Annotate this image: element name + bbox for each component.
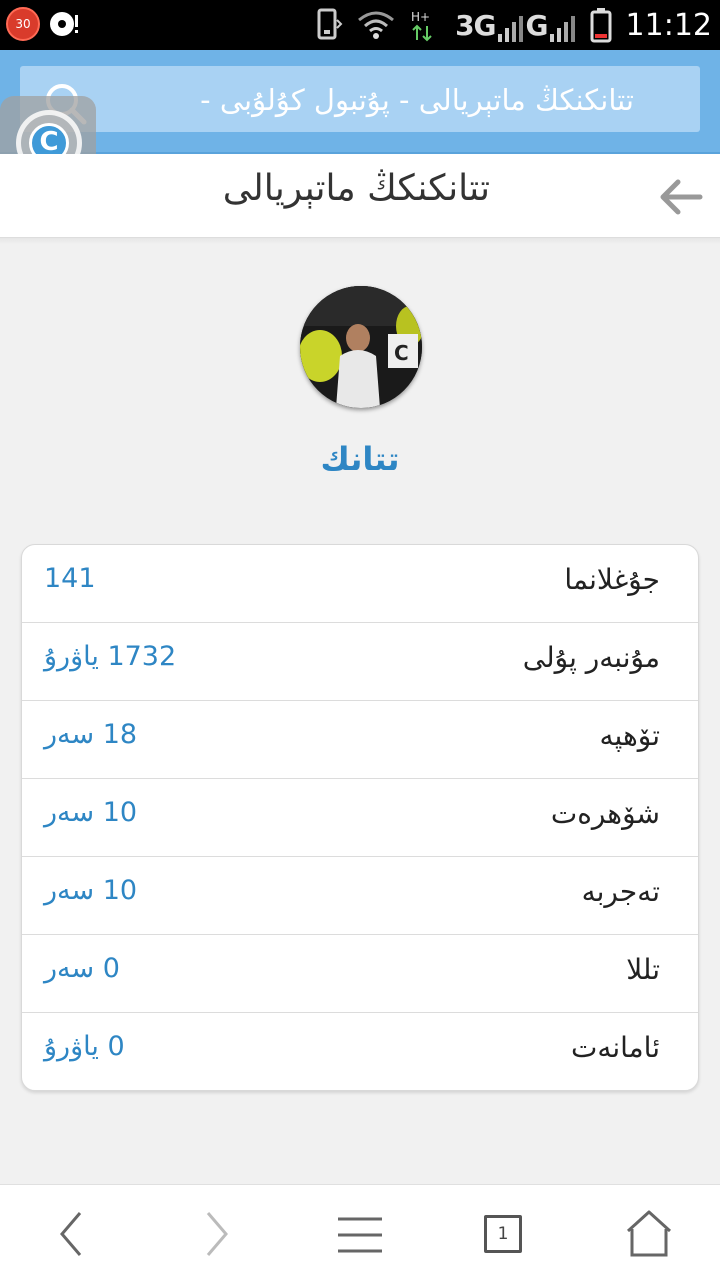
stat-row: مۇنبەر پۇلى 1732 ياۋرۇ — [22, 623, 698, 701]
stat-label: مۇنبەر پۇلى — [522, 641, 660, 674]
stat-label: تۆھپە — [599, 719, 660, 752]
status-bar: 30 H+ 3G G 11:12 — [0, 0, 720, 50]
stat-row: شۆھرەت 10 سەر — [22, 779, 698, 857]
battery-icon — [590, 8, 612, 43]
signal-2-icon — [549, 15, 575, 42]
vibrate-icon — [317, 8, 343, 40]
nav-back-button[interactable] — [46, 1207, 100, 1261]
stat-value: 141 — [44, 563, 96, 594]
stat-label: تللا — [626, 953, 660, 986]
network-type-label-2: G — [525, 8, 549, 42]
chevron-right-icon — [206, 1212, 228, 1256]
stat-value: 10 سەر — [44, 875, 138, 906]
stat-row: تەجربە 10 سەر — [22, 857, 698, 935]
status-left: 30 — [6, 7, 78, 41]
browser-address-bar: تتانكنكڭ ماتېريالى - پۇتبول كۇلۇبى - — [0, 50, 720, 154]
avatar[interactable]: C — [300, 286, 422, 408]
stat-row: ئامانەت 0 ياۋرۇ — [22, 1013, 698, 1090]
nav-forward-button[interactable] — [190, 1207, 244, 1261]
svg-text:H+: H+ — [411, 10, 430, 24]
stat-row: تللا 0 سەر — [22, 935, 698, 1013]
disc-icon — [48, 9, 78, 39]
stats-card: جۇغلانما 141 مۇنبەر پۇلى 1732 ياۋرۇ تۆھپ… — [21, 544, 699, 1091]
stat-row: جۇغلانما 141 — [22, 545, 698, 623]
svg-text:C: C — [394, 341, 409, 365]
chevron-left-icon — [60, 1212, 82, 1256]
stat-label: جۇغلانما — [564, 563, 660, 596]
browser-bottom-nav: 1 — [0, 1184, 720, 1280]
stat-value: 18 سەر — [44, 719, 138, 750]
back-arrow-button[interactable] — [656, 172, 706, 222]
page-header: تتانكنكڭ ماتېريالى — [0, 154, 720, 238]
hamburger-menu-icon — [338, 1217, 382, 1253]
header-divider — [0, 238, 720, 244]
address-text: تتانكنكڭ ماتېريالى - پۇتبول كۇلۇبى - — [200, 83, 634, 117]
wifi-icon — [358, 11, 395, 39]
stat-label: ئامانەت — [570, 1031, 660, 1064]
menu-button[interactable] — [334, 1207, 388, 1261]
signal-1-icon — [497, 15, 523, 42]
notification-badge: 30 — [6, 7, 40, 41]
home-icon — [626, 1210, 672, 1257]
stat-value: 10 سەر — [44, 797, 138, 828]
address-input[interactable]: تتانكنكڭ ماتېريالى - پۇتبول كۇلۇبى - — [20, 66, 700, 132]
stat-label: شۆھرەت — [550, 797, 660, 830]
stat-label: تەجربە — [581, 875, 660, 908]
stat-value: 0 ياۋرۇ — [44, 1031, 125, 1062]
page-title: تتانكنكڭ ماتېريالى — [222, 168, 490, 209]
stat-value: 1732 ياۋرۇ — [44, 641, 177, 672]
status-right: H+ 3G G 11:12 — [313, 0, 712, 50]
username[interactable]: تتانك — [0, 440, 720, 478]
data-hplus-icon: H+ — [411, 10, 432, 42]
home-button[interactable] — [622, 1207, 676, 1261]
clock: 11:12 — [625, 7, 712, 43]
stat-row: تۆھپە 18 سەر — [22, 701, 698, 779]
arrow-left-icon — [660, 179, 703, 215]
stat-value: 0 سەر — [44, 953, 120, 984]
tabs-button[interactable]: 1 — [484, 1215, 522, 1253]
network-type-label: 3G — [455, 8, 496, 42]
